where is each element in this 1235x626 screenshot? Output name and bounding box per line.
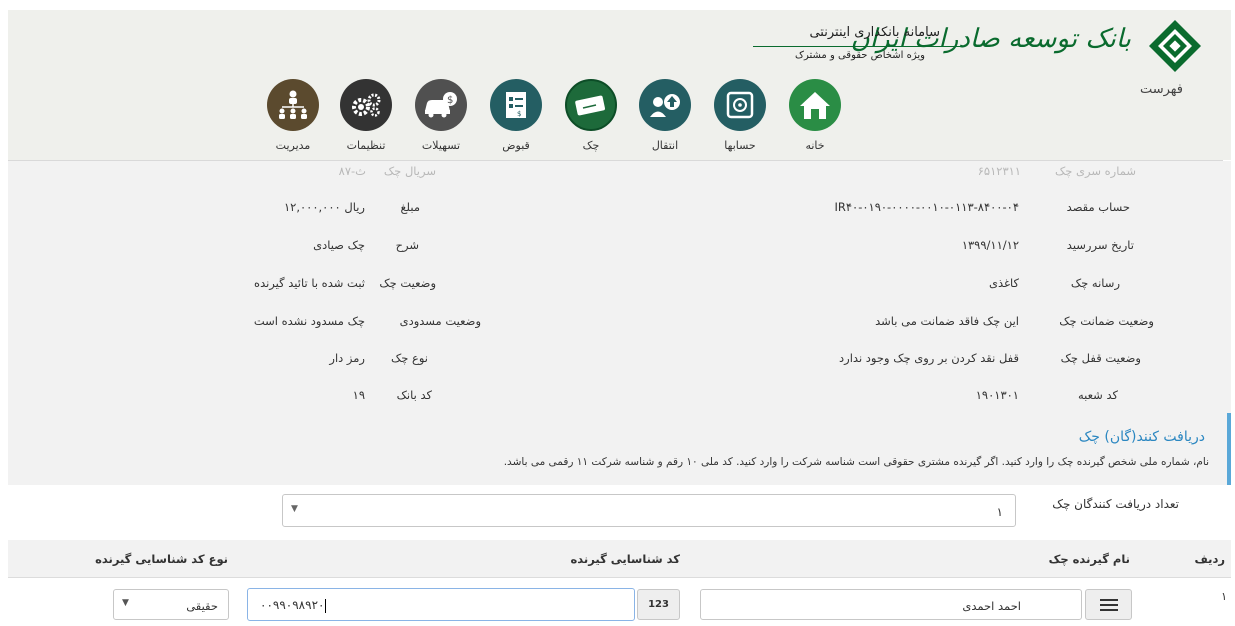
col-row: ردیف [1194,552,1225,566]
bill-icon: $ [490,79,542,131]
receiver-name-input[interactable]: احمد احمدی [700,589,1082,620]
desc-label: شرح [395,238,419,252]
lock-value: قفل نقد کردن بر روی چک وجود ندارد [839,351,1019,365]
amount-value: ۱۲,۰۰۰,۰۰۰ ریال [283,200,365,214]
nav-home-label: خانه [805,139,825,152]
nav-bills-label: قبوض [502,139,530,152]
due-label: تاریخ سررسید [1066,238,1134,252]
svg-text:$: $ [517,110,521,118]
id-numeric-tag: 123 [637,589,680,620]
nav-settings[interactable]: تنظیمات [333,79,399,152]
type-label: نوع چک [390,351,428,365]
nav-cheque-label: چک [582,139,600,152]
receivers-hint: نام، شماره ملی شخص گیرنده چک را وارد کنی… [503,456,1209,468]
nav-settings-label: تنظیمات [346,139,386,152]
text-caret [325,598,327,613]
nav-transfer[interactable]: انتقال [632,79,698,152]
transfer-icon [639,79,691,131]
nav-accounts-label: حسابها [724,139,756,152]
receiver-id-type-select[interactable]: حقیقی ▼ [113,589,229,620]
receiver-name-value: احمد احمدی [962,599,1021,613]
nav-accounts[interactable]: حسابها [707,79,773,152]
bank-code-label: کد بانک [396,388,432,402]
hamburger-icon [1100,599,1118,601]
contacts-menu-button[interactable] [1085,589,1132,620]
title-divider [753,46,963,47]
col-name: نام گیرنده چک [1048,552,1130,566]
system-title: سامانه بانکداری اینترنتی [809,25,940,40]
safe-icon [714,79,766,131]
due-value: ۱۳۹۹/۱۱/۱۲ [961,238,1019,252]
series-value: ۶۵۱۲۳۱۱ [977,164,1021,178]
nav-facilities[interactable]: $ تسهیلات [408,79,474,152]
type-value: رمز دار [329,351,365,365]
status-label: وضعیت چک [379,276,436,290]
guarantee-label: وضعیت ضمانت چک [1059,314,1154,328]
desc-value: چک صیادی [313,238,365,252]
chevron-down-icon: ▼ [122,598,129,608]
medium-label: رسانه چک [1070,276,1120,290]
nav-management[interactable]: مدیریت [260,79,326,152]
serial-value: ۸۷-ث [338,164,366,178]
receivers-table-header: ردیف نام گیرنده چک کد شناسایی گیرنده نوع… [8,540,1231,578]
svg-text:$: $ [447,95,453,106]
blocked-value: چک مسدود نشده است [253,314,365,328]
receiver-id-type-value: حقیقی [186,599,218,613]
col-type: نوع کد شناسایی گیرنده [95,552,228,566]
receiver-count-select[interactable]: ۱ ▼ [282,494,1016,527]
receiver-count-value: ۱ [996,505,1003,519]
dest-value: IR۴۰-۰۱۹۰-۰۰۰۰-۰۰۱۰-۰۱۱۳-۸۴۰۰-۰۴ [834,200,1019,214]
receivers-title: دریافت کنند(گان) چک [1078,429,1205,445]
serial-label: سریال چک [383,164,436,178]
row-index: ۱ [1221,590,1227,603]
cheque-icon [565,79,617,131]
chevron-down-icon: ▼ [291,504,298,514]
nav-cheque[interactable]: چک [558,79,624,152]
home-icon [789,79,841,131]
receiver-id-input[interactable]: ۰۰۹۹۰۹۸۹۲۰ [247,588,635,621]
receiver-id-value: ۰۰۹۹۰۹۸۹۲۰ [260,598,327,613]
nav-transfer-label: انتقال [651,139,679,152]
cheque-details: شماره سری چک ۶۵۱۲۳۱۱ سریال چک ۸۷-ث حساب … [8,161,1231,413]
bank-logo-icon [1149,20,1201,72]
series-label: شماره سری چک [1054,164,1136,178]
system-subtitle: ویژه اشخاص حقوقی و مشترک [795,50,925,61]
amount-label: مبلغ [400,200,420,214]
blocked-label: وضعیت مسدودی [399,314,481,328]
branch-label: کد شعبه [1078,388,1118,402]
guarantee-value: این چک فاقد ضمانت می باشد [875,314,1019,328]
dest-label: حساب مقصد [1066,200,1130,214]
receiver-count-label: تعداد دریافت کنندگان چک [1052,497,1179,511]
lock-label: وضعیت قفل چک [1060,351,1141,365]
status-value: ثبت شده با تائید گیرنده [254,276,365,290]
org-chart-icon [267,79,319,131]
branch-value: ۱۹۰۱۳۰۱ [975,388,1019,402]
medium-value: کاغذی [988,276,1019,290]
nav-home[interactable]: خانه [782,79,848,152]
car-loan-icon: $ [415,79,467,131]
menu-link[interactable]: فهرست [1140,82,1183,97]
nav-facilities-label: تسهیلات [421,139,461,152]
nav-bills[interactable]: $ قبوض [483,79,549,152]
receivers-panel: دریافت کنند(گان) چک نام، شماره ملی شخص گ… [8,413,1231,485]
col-id: کد شناسایی گیرنده [570,552,680,566]
header: بانک توسعه صادرات ایران سامانه بانکداری … [8,10,1231,160]
gears-icon [340,79,392,131]
bank-code-value: ۱۹ [352,388,365,402]
nav-management-label: مدیریت [275,139,311,152]
